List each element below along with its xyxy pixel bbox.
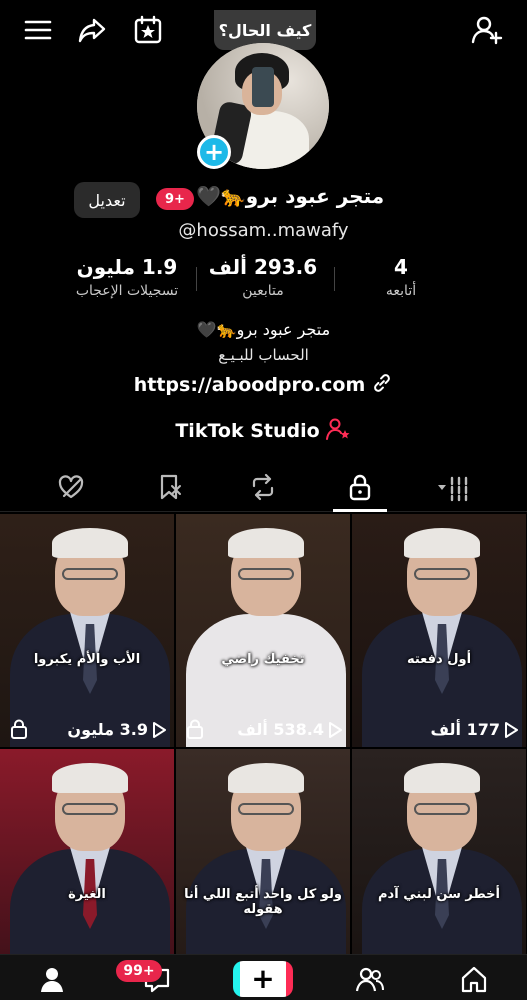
following-count: 4 <box>394 255 408 279</box>
profile-link[interactable]: https://aboodpro.com <box>0 372 527 398</box>
likes-stat[interactable]: 1.9 مليون تسجيلات الإعجاب <box>62 255 192 299</box>
create-button[interactable]: + <box>233 961 293 997</box>
add-friend-icon[interactable] <box>467 10 507 50</box>
create-icon: + <box>240 961 286 997</box>
video-tile[interactable]: الغيرة <box>0 749 174 982</box>
content-tabs <box>0 462 527 512</box>
video-tile[interactable]: تخفيك راضي 538.4 ألف <box>176 514 350 747</box>
profile-name: متجر عبود برو🐆🖤 <box>196 184 385 208</box>
repost-icon <box>252 473 274 501</box>
tiktok-studio-label: TikTok Studio <box>175 420 320 442</box>
tab-reposts[interactable] <box>235 468 291 506</box>
video-grid: أول دفعته 177 ألف تخفيك راضي 538.4 ألف ا… <box>0 514 527 982</box>
profile-avatar-container[interactable]: + <box>197 43 329 169</box>
menu-icon[interactable] <box>18 10 58 50</box>
bio-line-2: الحساب للبـيـع <box>218 346 309 364</box>
nav-friends[interactable] <box>348 961 392 997</box>
calendar-star-icon[interactable] <box>128 10 168 50</box>
video-views-count: 3.9 مليون <box>67 720 148 739</box>
friends-icon <box>355 967 384 992</box>
video-views-count: 538.4 ألف <box>237 720 324 739</box>
profile-handle: @hossam..mawafy <box>178 220 349 241</box>
grid-filter-icon <box>438 476 468 502</box>
bottom-nav: + <box>0 954 527 1000</box>
video-caption: أول دفعته <box>406 652 472 667</box>
video-caption: ولو كل واحد أتبع اللي أنا هقوله <box>184 887 342 917</box>
video-tile[interactable]: أخطر سن لبني آدم <box>352 749 526 982</box>
video-tile[interactable]: الأب والأم يكبروا 3.9 مليون <box>0 514 174 747</box>
edit-profile-button[interactable]: تعديل <box>74 182 140 218</box>
likes-label: تسجيلات الإعجاب <box>75 283 179 299</box>
lock-icon <box>187 719 203 739</box>
tiktok-studio-link[interactable]: TikTok Studio <box>0 417 527 445</box>
inbox-badge-text: 99+ <box>123 963 155 979</box>
profile-icon <box>41 968 63 992</box>
active-tab-indicator <box>333 509 387 512</box>
studio-person-icon <box>325 417 352 445</box>
likes-count: 1.9 مليون <box>76 255 178 279</box>
nav-home[interactable] <box>452 961 496 997</box>
video-caption: أخطر سن لبني آدم <box>378 887 500 902</box>
profile-link-text[interactable]: https://aboodpro.com <box>134 374 366 396</box>
inbox-badge: 99+ <box>116 960 162 982</box>
edit-profile-label: تعديل <box>88 190 126 210</box>
video-views: 538.4 ألف <box>237 720 342 739</box>
lock-icon <box>349 474 371 501</box>
tab-videos-grid[interactable] <box>420 468 476 506</box>
video-caption: الغيرة <box>68 887 106 902</box>
video-caption: الأب والأم يكبروا <box>33 652 141 667</box>
following-stat[interactable]: 4 أتابعه <box>360 255 442 299</box>
name-row: تعديل 9+ متجر عبود برو🐆🖤 <box>0 182 527 220</box>
profile-stats: 1.9 مليون تسجيلات الإعجاب 293.6 ألف متاب… <box>0 255 527 307</box>
bio-line-1: متجر عبود برو🐆🖤 <box>196 320 331 339</box>
tab-saved[interactable] <box>141 468 197 506</box>
video-views: 3.9 مليون <box>67 720 166 739</box>
following-label: أتابعه <box>385 283 417 299</box>
liked-hidden-icon <box>58 475 84 499</box>
home-icon <box>461 966 487 993</box>
nav-profile[interactable] <box>30 961 74 997</box>
tab-liked-hidden[interactable] <box>43 468 99 506</box>
video-views: 177 ألف <box>430 720 518 739</box>
play-icon <box>153 721 166 738</box>
saved-icon <box>160 474 181 500</box>
video-tile[interactable]: ولو كل واحد أتبع اللي أنا هقوله <box>176 749 350 982</box>
share-icon[interactable] <box>72 10 112 50</box>
video-tile[interactable]: أول دفعته 177 ألف <box>352 514 526 747</box>
notification-badge[interactable]: 9+ <box>156 188 194 210</box>
followers-count: 293.6 ألف <box>208 255 318 279</box>
status-bubble-text: كيف الحال؟ <box>218 20 312 40</box>
link-icon <box>371 372 393 398</box>
tab-private[interactable] <box>332 468 388 506</box>
notification-badge-text: 9+ <box>165 191 185 207</box>
video-caption: تخفيك راضي <box>221 652 305 667</box>
lock-icon <box>11 719 27 739</box>
followers-label: متابعين <box>242 283 284 299</box>
play-icon <box>505 721 518 738</box>
play-icon <box>329 721 342 738</box>
add-story-icon[interactable]: + <box>197 135 231 169</box>
video-views-count: 177 ألف <box>430 720 500 739</box>
followers-stat[interactable]: 293.6 ألف متابعين <box>200 255 326 299</box>
